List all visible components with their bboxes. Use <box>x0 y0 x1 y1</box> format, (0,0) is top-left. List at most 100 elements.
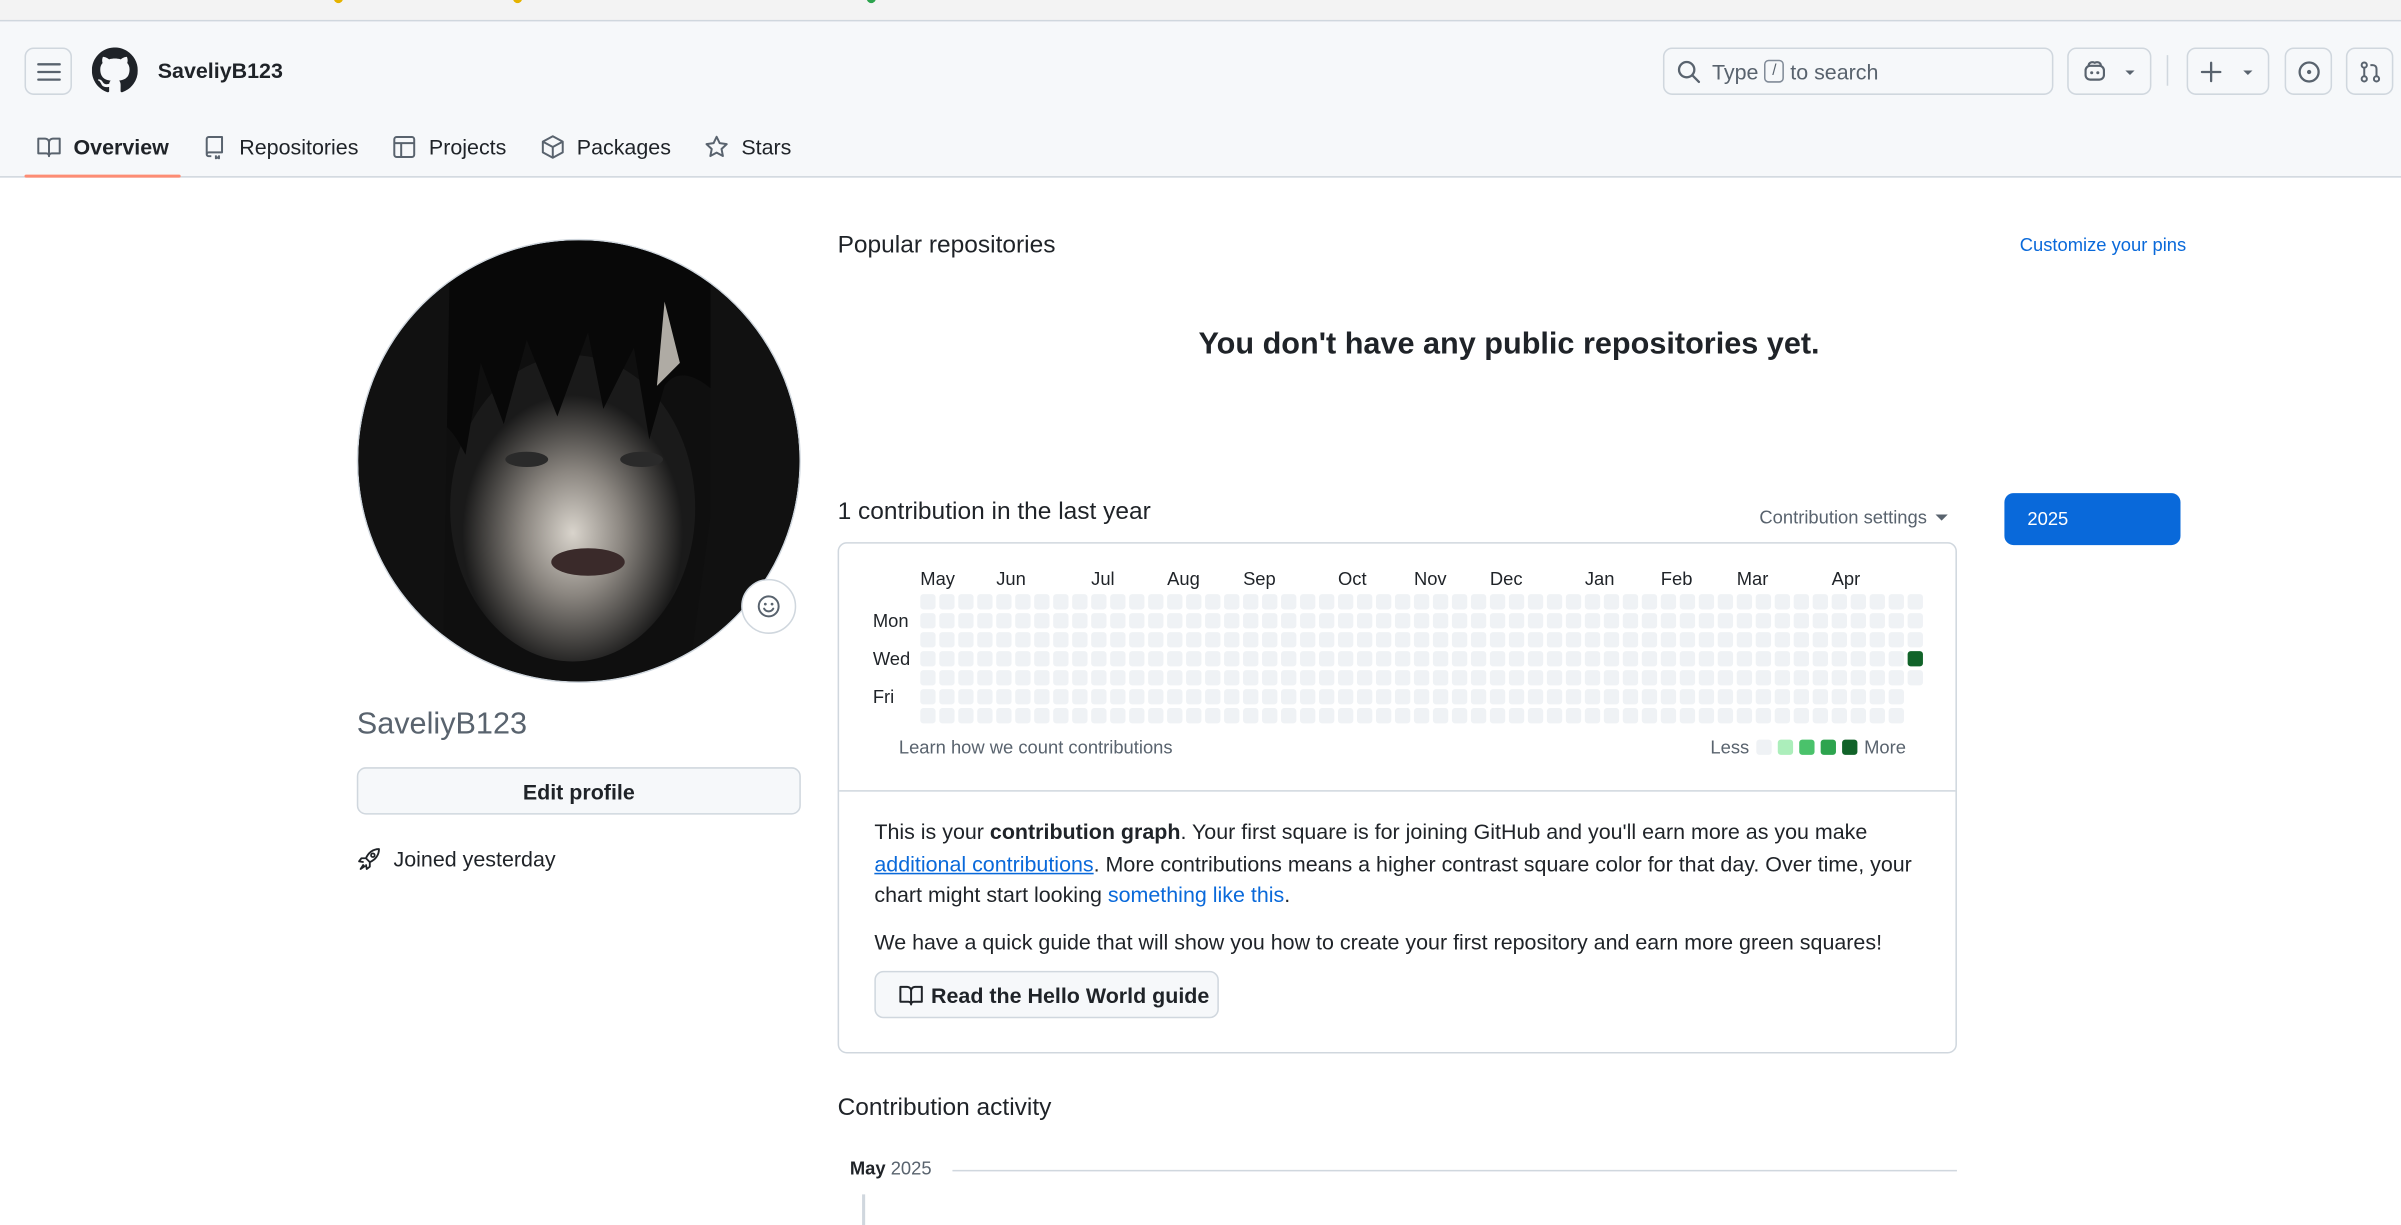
contribution-day[interactable] <box>1129 651 1145 667</box>
contribution-day[interactable] <box>1888 632 1904 648</box>
contribution-day[interactable] <box>1603 613 1620 629</box>
contribution-day[interactable] <box>1015 613 1031 629</box>
contribution-day[interactable] <box>1072 613 1088 629</box>
contribution-day[interactable] <box>1205 670 1221 686</box>
contribution-day[interactable] <box>1888 651 1904 667</box>
contribution-day[interactable] <box>1622 651 1639 667</box>
contribution-day[interactable] <box>1262 632 1278 648</box>
contribution-day[interactable] <box>1262 670 1278 686</box>
contribution-day[interactable] <box>1489 708 1506 724</box>
contribution-day[interactable] <box>1148 670 1164 686</box>
contribution-day[interactable] <box>1148 689 1164 705</box>
contribution-day[interactable] <box>1356 708 1373 724</box>
tab-overview[interactable]: Overview <box>24 116 182 178</box>
contribution-day[interactable] <box>1262 708 1278 724</box>
contribution-day[interactable] <box>1451 632 1468 648</box>
contribution-day[interactable] <box>1755 670 1772 686</box>
contribution-day[interactable] <box>1243 708 1259 724</box>
contribution-day[interactable] <box>1394 613 1411 629</box>
contribution-day[interactable] <box>1319 708 1335 724</box>
contribution-day[interactable] <box>1622 708 1639 724</box>
contribution-day[interactable] <box>1375 670 1392 686</box>
contribution-day[interactable] <box>920 708 936 724</box>
issues-button[interactable] <box>2284 47 2333 95</box>
contribution-day[interactable] <box>1546 670 1563 686</box>
contribution-day[interactable] <box>1489 613 1506 629</box>
contribution-day[interactable] <box>1129 594 1145 610</box>
contribution-day[interactable] <box>1679 594 1696 610</box>
contribution-day[interactable] <box>1091 670 1107 686</box>
contribution-day[interactable] <box>1281 651 1297 667</box>
contribution-day[interactable] <box>1015 632 1031 648</box>
contribution-day[interactable] <box>1300 689 1316 705</box>
contribution-day[interactable] <box>1451 708 1468 724</box>
contribution-day[interactable] <box>1451 613 1468 629</box>
contribution-day[interactable] <box>958 613 974 629</box>
contribution-day[interactable] <box>1394 632 1411 648</box>
contribution-day[interactable] <box>1338 708 1354 724</box>
contribution-day[interactable] <box>1053 651 1069 667</box>
contribution-day[interactable] <box>1660 670 1677 686</box>
contribution-day[interactable] <box>1774 670 1791 686</box>
contribution-day[interactable] <box>1186 651 1202 667</box>
contribution-day[interactable] <box>1698 708 1715 724</box>
contribution-day[interactable] <box>1356 594 1373 610</box>
contribution-day[interactable] <box>1034 594 1050 610</box>
contribution-day[interactable] <box>1451 670 1468 686</box>
contribution-day[interactable] <box>1622 594 1639 610</box>
contribution-day[interactable] <box>1508 708 1525 724</box>
contribution-day[interactable] <box>1091 632 1107 648</box>
contribution-day[interactable] <box>1148 613 1164 629</box>
contribution-day[interactable] <box>1736 670 1753 686</box>
contribution-day[interactable] <box>1831 708 1847 724</box>
contribution-day[interactable] <box>1034 670 1050 686</box>
contribution-day[interactable] <box>1319 689 1335 705</box>
contribution-day[interactable] <box>939 708 955 724</box>
contribution-day[interactable] <box>1527 708 1544 724</box>
contribution-day[interactable] <box>1831 651 1847 667</box>
contribution-day[interactable] <box>1584 708 1601 724</box>
contribution-day[interactable] <box>1850 689 1866 705</box>
contribution-day[interactable] <box>1413 594 1430 610</box>
contribution-day[interactable] <box>1622 613 1639 629</box>
github-logo-icon[interactable] <box>91 47 138 93</box>
contribution-day[interactable] <box>1167 632 1183 648</box>
contribution-day[interactable] <box>1338 670 1354 686</box>
contribution-day[interactable] <box>1717 689 1734 705</box>
contribution-day[interactable] <box>1793 708 1810 724</box>
contribution-day[interactable] <box>1413 670 1430 686</box>
contribution-day[interactable] <box>1186 594 1202 610</box>
contribution-day[interactable] <box>939 689 955 705</box>
contribution-day[interactable] <box>1243 594 1259 610</box>
contribution-day[interactable] <box>920 651 936 667</box>
contribution-day[interactable] <box>1148 632 1164 648</box>
contribution-day[interactable] <box>1641 651 1658 667</box>
contribution-day[interactable] <box>977 613 993 629</box>
contribution-day[interactable] <box>1072 651 1088 667</box>
tab-packages[interactable]: Packages <box>528 116 683 177</box>
contribution-day[interactable] <box>1167 689 1183 705</box>
contribution-day[interactable] <box>1470 613 1487 629</box>
contribution-day[interactable] <box>1053 613 1069 629</box>
contribution-day[interactable] <box>1470 651 1487 667</box>
contribution-day[interactable] <box>1091 708 1107 724</box>
contribution-day[interactable] <box>1812 651 1829 667</box>
contribution-day[interactable] <box>958 594 974 610</box>
contribution-day[interactable] <box>1907 594 1923 610</box>
contribution-day[interactable] <box>1546 689 1563 705</box>
contribution-day[interactable] <box>1698 613 1715 629</box>
contribution-day[interactable] <box>1850 708 1866 724</box>
contribution-day[interactable] <box>1565 651 1582 667</box>
contribution-day[interactable] <box>1831 613 1847 629</box>
contribution-day[interactable] <box>1888 689 1904 705</box>
edit-profile-button[interactable]: Edit profile <box>356 767 801 815</box>
contribution-day[interactable] <box>1281 594 1297 610</box>
contribution-day[interactable] <box>1812 689 1829 705</box>
contribution-day[interactable] <box>1527 651 1544 667</box>
contribution-day[interactable] <box>1375 708 1392 724</box>
contribution-day[interactable] <box>1224 594 1240 610</box>
contribution-day[interactable] <box>1546 632 1563 648</box>
contribution-day[interactable] <box>1167 613 1183 629</box>
contribution-day[interactable] <box>1831 670 1847 686</box>
contribution-day[interactable] <box>1793 594 1810 610</box>
